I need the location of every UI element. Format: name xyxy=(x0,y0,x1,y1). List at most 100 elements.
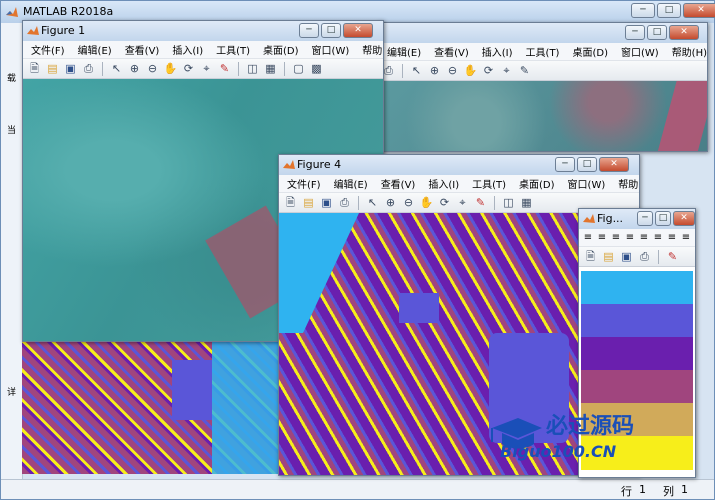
menu-window-icon[interactable]: ≡ xyxy=(667,230,677,245)
save-icon[interactable]: ▣ xyxy=(619,249,634,264)
print-icon[interactable]: ⎙ xyxy=(637,249,652,264)
left-panel-strip: 载 当 详 xyxy=(1,23,23,479)
brush-icon[interactable]: ✎ xyxy=(665,249,680,264)
bg-menu-insert[interactable]: 插入(I) xyxy=(482,44,513,59)
pan-hand-icon[interactable]: ✋ xyxy=(163,61,178,76)
pan-hand-icon[interactable]: ✋ xyxy=(463,63,478,78)
zoom-out-icon[interactable]: ⊖ xyxy=(145,61,160,76)
menu-help[interactable]: 帮助(H) xyxy=(362,42,383,57)
bg-maximize-button[interactable]: □ xyxy=(647,25,667,40)
menu-tools[interactable]: 工具(T) xyxy=(216,42,250,57)
save-icon[interactable]: ▣ xyxy=(63,61,78,76)
link-icon[interactable]: ◫ xyxy=(245,61,260,76)
brush-icon[interactable]: ✎ xyxy=(217,61,232,76)
menu-insert-icon[interactable]: ≡ xyxy=(625,230,635,245)
menu-edit[interactable]: 编辑(E) xyxy=(334,176,368,191)
bg-figure-title-bar[interactable]: ─ □ ✕ xyxy=(377,23,707,43)
toolbar-separator xyxy=(238,61,239,76)
menu-insert[interactable]: 插入(I) xyxy=(172,42,203,57)
menu-desktop[interactable]: 桌面(D) xyxy=(519,176,555,191)
bg-menu-desktop[interactable]: 桌面(D) xyxy=(572,44,608,59)
brush-icon[interactable]: ✎ xyxy=(473,195,488,210)
menu-file-icon[interactable]: ≡ xyxy=(583,230,593,245)
fig1-maximize-button[interactable]: □ xyxy=(321,23,341,38)
bg-menu-tools[interactable]: 工具(T) xyxy=(526,44,560,59)
fig4-maximize-button[interactable]: □ xyxy=(577,157,597,172)
show-plot-tools-icon[interactable]: ▩ xyxy=(309,61,324,76)
menu-window[interactable]: 窗口(W) xyxy=(568,176,606,191)
new-file-icon[interactable]: 🗎 xyxy=(27,61,42,76)
zoom-out-icon[interactable]: ⊖ xyxy=(401,195,416,210)
zoom-in-icon[interactable]: ⊕ xyxy=(427,63,442,78)
menu-desktop-icon[interactable]: ≡ xyxy=(653,230,663,245)
close-button[interactable]: ✕ xyxy=(683,3,715,18)
colorbar-icon[interactable]: ▦ xyxy=(519,195,534,210)
fig4-minimize-button[interactable]: ─ xyxy=(555,157,575,172)
zoom-in-icon[interactable]: ⊕ xyxy=(383,195,398,210)
pointer-icon[interactable]: ↖ xyxy=(365,195,380,210)
fig1-minimize-button[interactable]: ─ xyxy=(299,23,319,38)
fig4-close-button[interactable]: ✕ xyxy=(599,157,629,172)
pan-hand-icon[interactable]: ✋ xyxy=(419,195,434,210)
background-figure-window[interactable]: ─ □ ✕ 编辑(E) 查看(V) 插入(I) 工具(T) 桌面(D) 窗口(W… xyxy=(376,22,708,152)
zoom-out-icon[interactable]: ⊖ xyxy=(445,63,460,78)
data-cursor-icon[interactable]: ⌖ xyxy=(499,63,514,78)
small-maximize-button[interactable]: □ xyxy=(655,211,671,226)
bg-menu-help[interactable]: 帮助(H) xyxy=(672,44,707,59)
maximize-button[interactable]: □ xyxy=(657,3,681,18)
minimize-button[interactable]: ─ xyxy=(631,3,655,18)
rotate-icon[interactable]: ⟳ xyxy=(181,61,196,76)
new-file-icon[interactable]: 🗎 xyxy=(283,195,298,210)
figure-1-menubar: 文件(F) 编辑(E) 查看(V) 插入(I) 工具(T) 桌面(D) 窗口(W… xyxy=(23,41,383,59)
figure-small-title-bar[interactable]: Fig... ─ □ ✕ xyxy=(579,209,695,229)
menu-window[interactable]: 窗口(W) xyxy=(312,42,350,57)
menu-insert[interactable]: 插入(I) xyxy=(428,176,459,191)
brush-icon[interactable]: ✎ xyxy=(517,63,532,78)
menu-tools[interactable]: 工具(T) xyxy=(472,176,506,191)
menu-help[interactable]: 帮助(H) xyxy=(618,176,639,191)
menu-file[interactable]: 文件(F) xyxy=(287,176,321,191)
bg-close-button[interactable]: ✕ xyxy=(669,25,699,40)
watermark-url: Biguo100.CN xyxy=(500,442,617,461)
figure-1-title-bar[interactable]: Figure 1 ─ □ ✕ xyxy=(23,21,383,41)
left-panel-char-2: 当 xyxy=(7,126,17,136)
row-label: 行 xyxy=(621,485,632,498)
pointer-icon[interactable]: ↖ xyxy=(109,61,124,76)
fig1-close-button[interactable]: ✕ xyxy=(343,23,373,38)
print-icon[interactable]: ⎙ xyxy=(337,195,352,210)
rotate-icon[interactable]: ⟳ xyxy=(481,63,496,78)
menu-edit-icon[interactable]: ≡ xyxy=(597,230,607,245)
menu-file[interactable]: 文件(F) xyxy=(31,42,65,57)
small-minimize-button[interactable]: ─ xyxy=(637,211,653,226)
data-cursor-icon[interactable]: ⌖ xyxy=(455,195,470,210)
bg-menu-edit[interactable]: 编辑(E) xyxy=(387,44,421,59)
bg-menu-view[interactable]: 查看(V) xyxy=(434,44,469,59)
pointer-icon[interactable]: ↖ xyxy=(409,63,424,78)
menu-view[interactable]: 查看(V) xyxy=(125,42,160,57)
bg-figure-image-axes[interactable] xyxy=(377,81,707,151)
menu-view[interactable]: 查看(V) xyxy=(381,176,416,191)
small-close-button[interactable]: ✕ xyxy=(673,211,695,226)
cluster-band-blue xyxy=(581,304,693,337)
hide-plot-tools-icon[interactable]: ▢ xyxy=(291,61,306,76)
data-cursor-icon[interactable]: ⌖ xyxy=(199,61,214,76)
open-folder-icon[interactable]: ▤ xyxy=(601,249,616,264)
menu-desktop[interactable]: 桌面(D) xyxy=(263,42,299,57)
print-icon[interactable]: ⎙ xyxy=(81,61,96,76)
open-folder-icon[interactable]: ▤ xyxy=(45,61,60,76)
menu-help-icon[interactable]: ≡ xyxy=(681,230,691,245)
colorbar-icon[interactable]: ▦ xyxy=(263,61,278,76)
watermark-title: 必过源码 xyxy=(546,414,635,439)
bg-menu-window[interactable]: 窗口(W) xyxy=(621,44,659,59)
save-icon[interactable]: ▣ xyxy=(319,195,334,210)
figure-4-title-bar[interactable]: Figure 4 ─ □ ✕ xyxy=(279,155,639,175)
bg-minimize-button[interactable]: ─ xyxy=(625,25,645,40)
menu-edit[interactable]: 编辑(E) xyxy=(78,42,112,57)
menu-view-icon[interactable]: ≡ xyxy=(611,230,621,245)
open-folder-icon[interactable]: ▤ xyxy=(301,195,316,210)
link-icon[interactable]: ◫ xyxy=(501,195,516,210)
menu-tools-icon[interactable]: ≡ xyxy=(639,230,649,245)
new-file-icon[interactable]: 🗎 xyxy=(583,249,598,264)
rotate-icon[interactable]: ⟳ xyxy=(437,195,452,210)
zoom-in-icon[interactable]: ⊕ xyxy=(127,61,142,76)
